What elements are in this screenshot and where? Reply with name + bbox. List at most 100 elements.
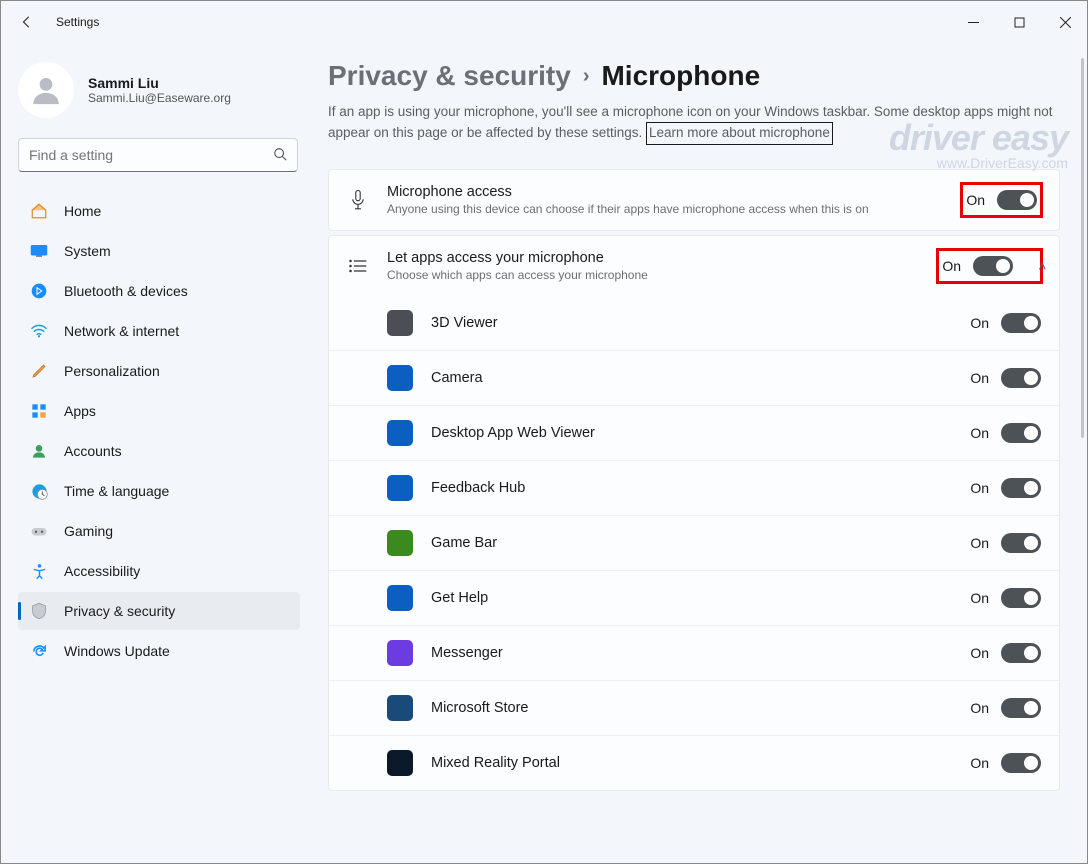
- sidebar-item-personalization[interactable]: Personalization: [18, 352, 300, 390]
- app-toggle[interactable]: [1001, 643, 1041, 663]
- mic-access-toggle-group: On: [962, 184, 1041, 216]
- sidebar-item-system[interactable]: System: [18, 232, 300, 270]
- maximize-button[interactable]: [996, 0, 1042, 44]
- toggle-state: On: [970, 480, 989, 496]
- sidebar-item-label: Privacy & security: [64, 603, 175, 619]
- page-description: If an app is using your microphone, you'…: [328, 102, 1060, 145]
- app-icon: [387, 365, 413, 391]
- toggle-state: On: [966, 192, 985, 208]
- learn-more-link[interactable]: Learn more about microphone: [646, 122, 833, 144]
- app-name: Messenger: [431, 645, 952, 661]
- minimize-button[interactable]: [950, 0, 996, 44]
- toggle-state: On: [970, 535, 989, 551]
- let-apps-sub: Choose which apps can access your microp…: [387, 268, 920, 282]
- app-name: 3D Viewer: [431, 315, 952, 331]
- app-toggle[interactable]: [1001, 588, 1041, 608]
- app-icon: [387, 420, 413, 446]
- app-name: Feedback Hub: [431, 480, 952, 496]
- wifi-icon: [30, 322, 48, 340]
- sidebar-item-label: System: [64, 243, 111, 259]
- app-row: Mixed Reality PortalOn: [329, 735, 1059, 790]
- sidebar-item-accessibility[interactable]: Accessibility: [18, 552, 300, 590]
- sidebar-item-label: Bluetooth & devices: [64, 283, 188, 299]
- update-icon: [30, 642, 48, 660]
- app-row: Microsoft Store On: [329, 680, 1059, 735]
- sidebar-item-label: Network & internet: [64, 323, 179, 339]
- let-apps-toggle-group: On ˄: [938, 250, 1041, 282]
- app-row: Feedback Hub On: [329, 460, 1059, 515]
- app-row: Game Bar On: [329, 515, 1059, 570]
- bluetooth-icon: [30, 282, 48, 300]
- app-row: Messenger On: [329, 625, 1059, 680]
- brush-icon: [30, 362, 48, 380]
- globe-clock-icon: [30, 482, 48, 500]
- app-toggle[interactable]: [1001, 368, 1041, 388]
- breadcrumb: Privacy & security › Microphone: [328, 60, 1060, 92]
- sidebar-item-label: Apps: [64, 403, 96, 419]
- sidebar-item-update[interactable]: Windows Update: [18, 632, 300, 670]
- toggle-state: On: [970, 700, 989, 716]
- mic-access-toggle[interactable]: [997, 190, 1037, 210]
- app-name: Desktop App Web Viewer: [431, 425, 952, 441]
- toggle-state: On: [970, 755, 989, 771]
- sidebar-item-network[interactable]: Network & internet: [18, 312, 300, 350]
- app-toggle[interactable]: [1001, 423, 1041, 443]
- search-icon: [273, 147, 287, 164]
- microphone-icon: [347, 189, 369, 211]
- app-toggle[interactable]: [1001, 753, 1041, 773]
- let-apps-toggle[interactable]: [973, 256, 1013, 276]
- gamepad-icon: [30, 522, 48, 540]
- app-toggle[interactable]: [1001, 533, 1041, 553]
- page-title: Microphone: [601, 60, 760, 92]
- app-row: Get Help On: [329, 570, 1059, 625]
- toggle-state: On: [970, 590, 989, 606]
- app-toggle[interactable]: [1001, 478, 1041, 498]
- system-icon: [30, 242, 48, 260]
- app-icon: [387, 585, 413, 611]
- sidebar-item-label: Accounts: [64, 443, 122, 459]
- breadcrumb-parent[interactable]: Privacy & security: [328, 60, 571, 92]
- app-icon: [387, 530, 413, 556]
- shield-icon: [30, 602, 48, 620]
- sidebar-item-label: Gaming: [64, 523, 113, 539]
- sidebar-item-bluetooth[interactable]: Bluetooth & devices: [18, 272, 300, 310]
- mic-access-title: Microphone access: [387, 184, 944, 200]
- app-icon: [387, 475, 413, 501]
- home-icon: [30, 202, 48, 220]
- app-toggle[interactable]: [1001, 698, 1041, 718]
- scrollbar[interactable]: [1081, 58, 1084, 438]
- chevron-right-icon: ›: [583, 65, 590, 88]
- back-button[interactable]: [18, 13, 36, 31]
- search-field[interactable]: [29, 147, 273, 163]
- app-toggle[interactable]: [1001, 313, 1041, 333]
- app-name: Microsoft Store: [431, 700, 952, 716]
- close-button[interactable]: [1042, 0, 1088, 44]
- search-input[interactable]: [18, 138, 298, 172]
- apps-icon: [30, 402, 48, 420]
- app-row: 3D ViewerOn: [329, 296, 1059, 350]
- toggle-state: On: [970, 645, 989, 661]
- app-icon: [387, 310, 413, 336]
- avatar: [18, 62, 74, 118]
- user-profile[interactable]: Sammi Liu Sammi.Liu@Easeware.org: [18, 62, 296, 118]
- sidebar-item-time[interactable]: Time & language: [18, 472, 300, 510]
- chevron-up-icon[interactable]: ˄: [1034, 258, 1050, 274]
- profile-email: Sammi.Liu@Easeware.org: [88, 91, 231, 105]
- toggle-state: On: [970, 425, 989, 441]
- sidebar-item-label: Home: [64, 203, 101, 219]
- sidebar-item-privacy[interactable]: Privacy & security: [18, 592, 300, 630]
- accessibility-icon: [30, 562, 48, 580]
- let-apps-row[interactable]: Let apps access your microphone Choose w…: [329, 236, 1059, 296]
- app-name: Camera: [431, 370, 952, 386]
- toggle-state: On: [942, 258, 961, 274]
- mic-access-sub: Anyone using this device can choose if t…: [387, 202, 944, 216]
- toggle-state: On: [970, 370, 989, 386]
- sidebar-item-home[interactable]: Home: [18, 192, 300, 230]
- app-row: Camera On: [329, 350, 1059, 405]
- app-name: Game Bar: [431, 535, 952, 551]
- sidebar-item-accounts[interactable]: Accounts: [18, 432, 300, 470]
- let-apps-title: Let apps access your microphone: [387, 250, 920, 266]
- sidebar-item-gaming[interactable]: Gaming: [18, 512, 300, 550]
- app-name: Get Help: [431, 590, 952, 606]
- sidebar-item-apps[interactable]: Apps: [18, 392, 300, 430]
